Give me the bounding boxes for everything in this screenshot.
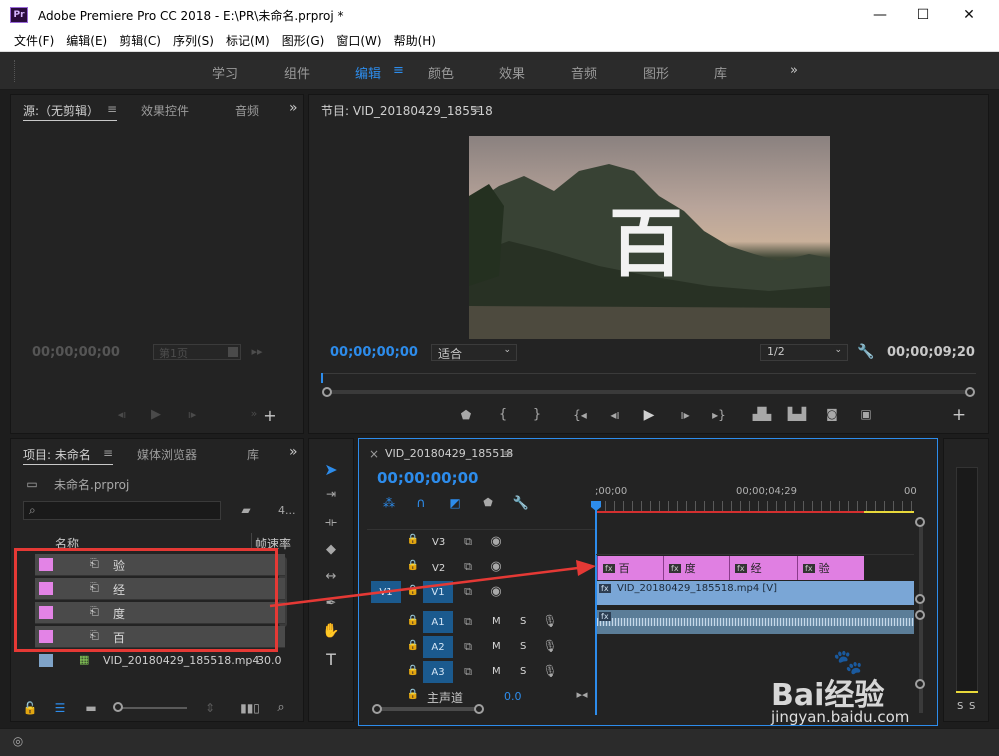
annotation-arrow	[269, 560, 596, 608]
fx-badge-icon: fx	[599, 612, 611, 621]
